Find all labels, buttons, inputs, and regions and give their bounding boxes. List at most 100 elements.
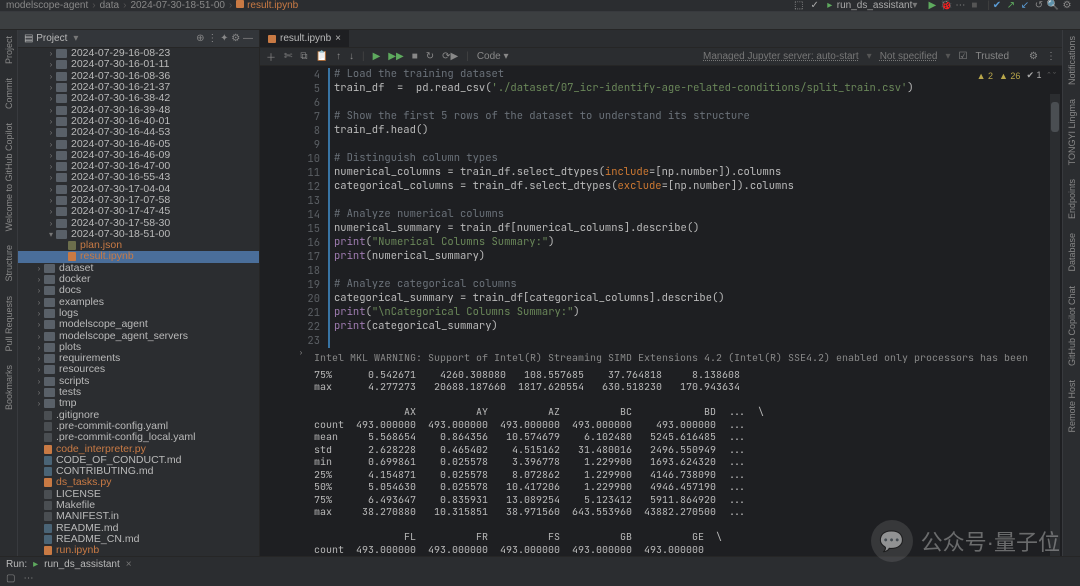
run-config-selector[interactable]: run_ds_assistant <box>837 0 913 11</box>
sidebar-tools-icon[interactable]: ⊕ ⋮ ✦ ⚙ — <box>196 33 253 44</box>
bottom-bars: Run: ▸ run_ds_assistant × ▢ ⋯ <box>0 556 1080 586</box>
close-tab-icon[interactable]: × <box>335 33 341 44</box>
tool-copilot-chat[interactable]: GitHub Copilot Chat <box>1067 286 1077 366</box>
tree-item[interactable]: ›modelscope_agent_servers <box>18 330 259 341</box>
vcs-commit-icon[interactable]: ✓ <box>807 0 823 12</box>
tool-ai[interactable]: TONGYI Lingma <box>1067 99 1077 165</box>
project-sidebar: ▤ Project ▾ ⊕ ⋮ ✦ ⚙ — ›2024-07-29-16-08-… <box>18 30 260 570</box>
cut-icon[interactable]: ✄ <box>284 51 292 62</box>
tree-item[interactable]: ›docs <box>18 285 259 296</box>
tree-item[interactable]: CONTRIBUTING.md <box>18 466 259 477</box>
env-label[interactable]: Not specified <box>880 51 938 62</box>
cell-output-text: 75% 0.542671 4260.308080 108.557685 37.7… <box>314 369 1062 557</box>
editor-area: result.ipynb × ＋ ✄ ⧉ 📋 ↑ ↓ | ▶ ▶▶ ■ ↻ ⟳▶… <box>260 30 1062 570</box>
breadcrumb-file[interactable]: result.ipynb <box>247 0 298 11</box>
tree-item[interactable]: .pre-commit-config_local.yaml <box>18 432 259 443</box>
interrupt-icon[interactable]: ■ <box>412 51 418 62</box>
copy-icon[interactable]: ⧉ <box>300 51 307 62</box>
tree-item[interactable]: ›2024-07-30-16-38-42 <box>18 93 259 104</box>
tree-item[interactable]: run.ipynb <box>18 545 259 556</box>
tree-item[interactable]: ›2024-07-30-16-44-53 <box>18 127 259 138</box>
tool-project[interactable]: Project <box>4 36 14 64</box>
right-tool-gutter: Notifications TONGYI Lingma Endpoints Da… <box>1062 30 1080 570</box>
run-icon[interactable]: ▶ <box>925 0 939 13</box>
tree-item[interactable]: ›2024-07-30-16-55-43 <box>18 172 259 183</box>
tree-item[interactable]: ▾2024-07-30-18-51-00 <box>18 229 259 240</box>
code-cell[interactable]: 4# Load the training dataset5train_df = … <box>288 68 1062 348</box>
tool-remote[interactable]: Remote Host <box>1067 380 1077 433</box>
project-tab-strip <box>0 12 1080 30</box>
tree-item[interactable]: ›2024-07-30-16-01-11 <box>18 59 259 70</box>
tool-endpoints[interactable]: Endpoints <box>1067 179 1077 219</box>
tree-item[interactable]: ›tests <box>18 387 259 398</box>
breadcrumb-root[interactable]: modelscope-agent <box>6 0 88 11</box>
tree-item[interactable]: ›modelscope_agent <box>18 319 259 330</box>
stop-icon[interactable]: ■ <box>967 0 981 13</box>
history-icon[interactable]: ↺ <box>1032 0 1046 13</box>
tree-item[interactable]: LICENSE <box>18 489 259 500</box>
run-panel-label[interactable]: Run: <box>6 559 27 570</box>
paste-icon[interactable]: 📋 <box>316 51 328 62</box>
run-cell-icon[interactable]: ▶ <box>373 51 381 62</box>
tree-item[interactable]: ›resources <box>18 364 259 375</box>
top-navbar: modelscope-agent › data › 2024-07-30-18-… <box>0 0 1080 12</box>
restart-run-icon[interactable]: ⟳▶ <box>442 51 458 62</box>
tree-item[interactable]: Makefile <box>18 500 259 511</box>
run-target-icon[interactable]: ▸ <box>823 0 837 13</box>
search-icon[interactable]: 🔍 <box>1046 0 1060 13</box>
tree-item[interactable]: MANIFEST.in <box>18 511 259 522</box>
tree-item[interactable]: result.ipynb <box>18 251 259 262</box>
run-status-icon: ▸ <box>33 559 38 570</box>
debug-icon[interactable]: 🐞 <box>939 0 953 13</box>
notebook-icon <box>268 35 276 43</box>
tree-item[interactable]: ›tmp <box>18 398 259 409</box>
git-commit-icon[interactable]: ✔ <box>990 0 1004 13</box>
tree-item[interactable]: plan.json <box>18 240 259 251</box>
inspection-widget[interactable]: ▲ 2 ▲ 26 ✔ 1 ˆ ˇ <box>977 70 1056 81</box>
tree-item[interactable]: ›2024-07-30-17-47-45 <box>18 206 259 217</box>
cell-output-warning: Intel MKL WARNING: Support of Intel(R) S… <box>314 352 1062 365</box>
vcs-update-icon[interactable]: ⬚ <box>791 0 807 12</box>
more-run-icon[interactable]: ⋯ <box>953 0 967 13</box>
sidebar-title: ▤ Project <box>24 33 67 44</box>
tool-copilot[interactable]: Welcome to GitHub Copilot <box>4 123 14 231</box>
breadcrumb-seg[interactable]: 2024-07-30-18-51-00 <box>130 0 225 11</box>
tree-item[interactable]: ›2024-07-30-16-46-05 <box>18 138 259 149</box>
tool-pullreq[interactable]: Pull Requests <box>4 296 14 352</box>
tool-database[interactable]: Database <box>1067 233 1077 272</box>
tree-item[interactable]: ds_tasks.py <box>18 477 259 488</box>
tree-item[interactable]: code_interpreter.py <box>18 443 259 454</box>
git-push-icon[interactable]: ↗ <box>1004 0 1018 13</box>
notebook-toolbar: ＋ ✄ ⧉ 📋 ↑ ↓ | ▶ ▶▶ ■ ↻ ⟳▶ | Code ▾ Manag… <box>260 48 1062 66</box>
status-more-icon[interactable]: ⋯ <box>23 573 33 584</box>
tool-bookmarks[interactable]: Bookmarks <box>4 365 14 410</box>
nb-settings-icon[interactable]: ⚙ <box>1029 51 1038 62</box>
tree-item[interactable]: ›examples <box>18 297 259 308</box>
move-down-icon[interactable]: ↓ <box>349 51 354 62</box>
move-up-icon[interactable]: ↑ <box>336 51 341 62</box>
breadcrumb-seg[interactable]: data <box>100 0 119 11</box>
trusted-label[interactable]: Trusted <box>976 51 1010 62</box>
editor-tab-label: result.ipynb <box>280 33 331 44</box>
tree-item[interactable]: ›plots <box>18 342 259 353</box>
nb-more-icon[interactable]: ⋮ <box>1046 51 1056 62</box>
settings-icon[interactable]: ⚙ <box>1060 0 1074 13</box>
tree-item[interactable]: ›docker <box>18 274 259 285</box>
restart-icon[interactable]: ↻ <box>426 51 434 62</box>
output-collapse-icon[interactable]: › <box>300 348 303 357</box>
tree-item[interactable]: ›dataset <box>18 263 259 274</box>
editor-tab[interactable]: result.ipynb × <box>260 30 349 47</box>
jupyter-server-label[interactable]: Managed Jupyter server: auto-start <box>703 51 859 62</box>
left-tool-gutter: Project Commit Welcome to GitHub Copilot… <box>0 30 18 570</box>
add-cell-icon[interactable]: ＋ <box>266 49 276 64</box>
tree-item[interactable]: README_CN.md <box>18 534 259 545</box>
run-all-icon[interactable]: ▶▶ <box>388 51 403 62</box>
tool-commit[interactable]: Commit <box>4 78 14 109</box>
tool-structure[interactable]: Structure <box>4 245 14 282</box>
tree-item[interactable]: ›scripts <box>18 376 259 387</box>
tree-item[interactable]: ›requirements <box>18 353 259 364</box>
git-pull-icon[interactable]: ↙ <box>1018 0 1032 13</box>
cell-type-select[interactable]: Code ▾ <box>477 51 509 62</box>
run-config-name[interactable]: run_ds_assistant <box>44 559 120 570</box>
tool-notifications[interactable]: Notifications <box>1067 36 1077 85</box>
